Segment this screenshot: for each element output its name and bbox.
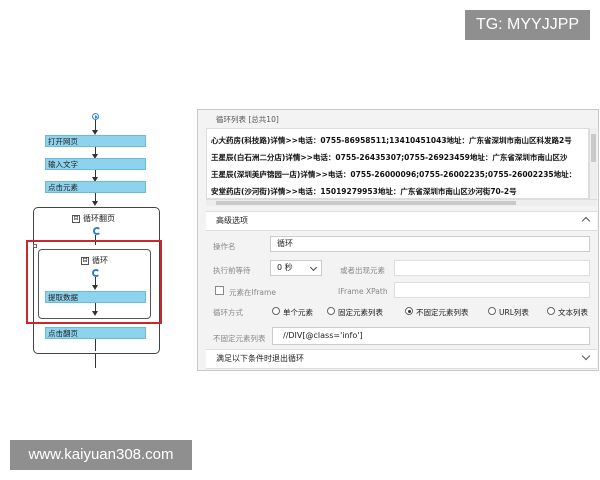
wait-before-value: 0 秒 — [277, 263, 293, 272]
operation-name-label: 操作名 — [213, 242, 236, 251]
radio-url-list-label: URL列表 — [499, 308, 529, 317]
radio-text-list-label: 文本列表 — [558, 308, 588, 317]
wait-before-label: 执行前等待 — [213, 266, 251, 275]
iframe-xpath-label: IFrame XPath — [338, 287, 388, 296]
unfixed-list-xpath-input[interactable]: //DIV[@class='info'] — [272, 327, 590, 345]
step-input-text[interactable]: 输入文字 — [45, 158, 146, 170]
iframe-checkbox-label: 元素在Iframe — [229, 288, 276, 297]
or-appear-element-input[interactable] — [394, 260, 590, 276]
chevron-down-icon[interactable] — [581, 351, 591, 361]
resize-handle-icon[interactable] — [33, 244, 37, 248]
step-open-page[interactable]: 打开网页 — [45, 135, 146, 147]
scrollbar-thumb[interactable] — [591, 134, 596, 162]
collapse-icon[interactable]: ⊟ — [72, 214, 80, 223]
or-appear-element-label: 或者出现元素 — [340, 266, 385, 275]
iframe-checkbox[interactable] — [215, 286, 224, 295]
exit-condition-label: 满足以下条件时退出循环 — [216, 354, 304, 363]
radio-text-list[interactable] — [547, 307, 555, 315]
radio-fixed-list-label: 固定元素列表 — [338, 308, 383, 317]
list-item[interactable]: 王星辰(深圳美庐锦园一店)详情>>电话：0755-26000096;0755-2… — [211, 169, 576, 180]
loop-list[interactable]: 心大药房(科技路)详情>>电话：0755-86958511;1341045104… — [206, 128, 589, 199]
connector-line — [95, 339, 96, 351]
radio-single-element-label: 单个元素 — [283, 308, 313, 317]
radio-unfixed-list[interactable] — [405, 307, 413, 315]
list-item[interactable]: 王星辰(白石洲二分店)详情>>电话：0755-26435307;0755-269… — [211, 152, 567, 163]
loop-refresh-icon — [93, 227, 101, 235]
step-click-element[interactable]: 点击元素 — [45, 181, 146, 193]
advanced-options-label: 高级选项 — [216, 216, 248, 225]
radio-url-list[interactable] — [488, 307, 496, 315]
start-node-icon[interactable] — [92, 113, 99, 120]
scrollbar-thumb[interactable] — [216, 201, 516, 205]
watermark-top: TG: MYYJJPP — [465, 10, 590, 40]
iframe-xpath-input[interactable] — [394, 282, 590, 298]
list-item[interactable]: 心大药房(科技路)详情>>电话：0755-86958511;1341045104… — [211, 135, 572, 146]
arrow-down-icon — [92, 201, 98, 206]
loop-list-header: 循环列表 [总共10] — [216, 115, 279, 124]
list-vertical-scrollbar[interactable] — [589, 128, 597, 199]
step-click-next-page[interactable]: 点击翻页 — [45, 327, 146, 339]
loop-paging-label: 循环翻页 — [83, 214, 115, 223]
loop-paging-title[interactable]: ⊟ 循环翻页 — [72, 213, 115, 224]
highlight-box — [26, 240, 162, 324]
wait-before-select[interactable]: 0 秒 — [270, 260, 322, 276]
loop-mode-label: 循环方式 — [213, 308, 243, 317]
exit-condition-header[interactable]: 满足以下条件时退出循环 — [206, 349, 597, 369]
chevron-up-icon[interactable] — [581, 216, 591, 226]
radio-single-element[interactable] — [272, 307, 280, 315]
radio-fixed-list[interactable] — [327, 307, 335, 315]
list-item[interactable]: 安堂药店(沙河街)详情>>电话：15019279953地址：广东省深圳市南山区沙… — [211, 186, 517, 197]
radio-unfixed-list-label: 不固定元素列表 — [416, 308, 469, 317]
unfixed-list-label: 不固定元素列表 — [213, 334, 266, 343]
list-horizontal-scrollbar[interactable] — [206, 199, 597, 206]
operation-name-input[interactable]: 循环 — [270, 236, 590, 252]
connector-line — [95, 354, 96, 368]
chevron-down-icon[interactable] — [309, 263, 318, 272]
watermark-bottom: www.kaiyuan308.com — [10, 440, 192, 470]
advanced-options-header[interactable]: 高级选项 — [206, 211, 597, 231]
